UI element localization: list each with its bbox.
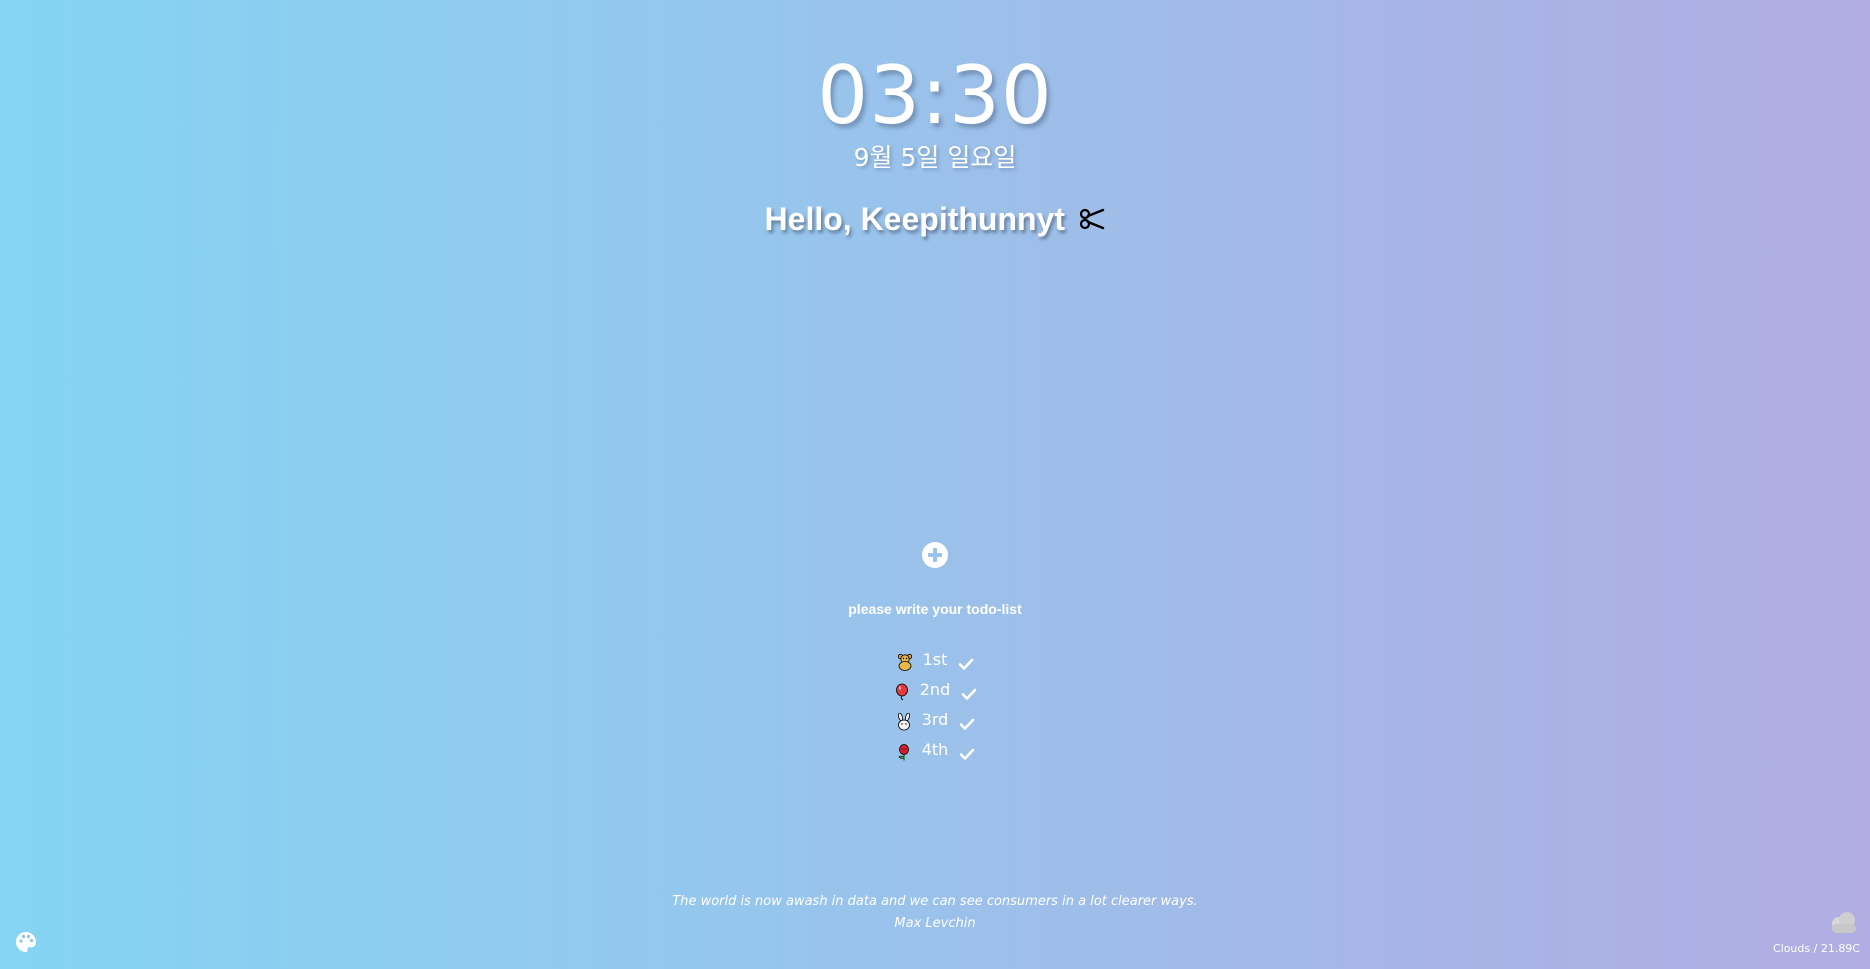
greeting-text: Hello, Keepithunnyt <box>764 201 1065 237</box>
todo-item-label: 4th <box>921 739 949 759</box>
todo-item-label: 3rd <box>921 709 949 729</box>
clock-date: 9월 5일 일요일 <box>853 143 1017 172</box>
todo-item: 4th <box>0 734 1870 764</box>
todo-item: 3rd <box>0 704 1870 734</box>
todo-item: 2nd <box>0 674 1870 704</box>
check-icon[interactable] <box>961 682 977 700</box>
weather-widget: Clouds / 21.89C <box>1773 910 1860 955</box>
rose-icon <box>895 741 913 760</box>
check-icon[interactable] <box>959 742 975 760</box>
greeting-row: Hello, Keepithunnyt <box>0 198 1870 242</box>
teddy-bear-icon <box>896 651 914 671</box>
cloud-icon <box>1826 910 1860 936</box>
todo-item-label: 1st <box>922 649 948 669</box>
balloon-icon <box>893 681 911 700</box>
quote-text: The world is now awash in data and we ca… <box>672 894 1198 909</box>
add-todo-button[interactable] <box>922 542 948 568</box>
todo-list: 1st 2nd 3rd 4th <box>0 644 1870 764</box>
todo-item: 1st <box>0 644 1870 674</box>
palette-icon[interactable] <box>14 930 38 954</box>
scissors-icon[interactable] <box>1079 206 1105 232</box>
rabbit-icon <box>895 711 913 730</box>
plus-icon <box>928 548 942 562</box>
todo-prompt[interactable]: please write your todo-list <box>0 600 1870 618</box>
check-icon[interactable] <box>959 712 975 730</box>
quote: The world is now awash in data and we ca… <box>0 891 1870 935</box>
weather-text: Clouds / 21.89C <box>1772 942 1860 955</box>
check-icon[interactable] <box>958 652 974 670</box>
todo-item-label: 2nd <box>919 679 951 699</box>
quote-author: Max Levchin <box>894 916 976 931</box>
clock-time: 03:30 <box>817 49 1053 142</box>
